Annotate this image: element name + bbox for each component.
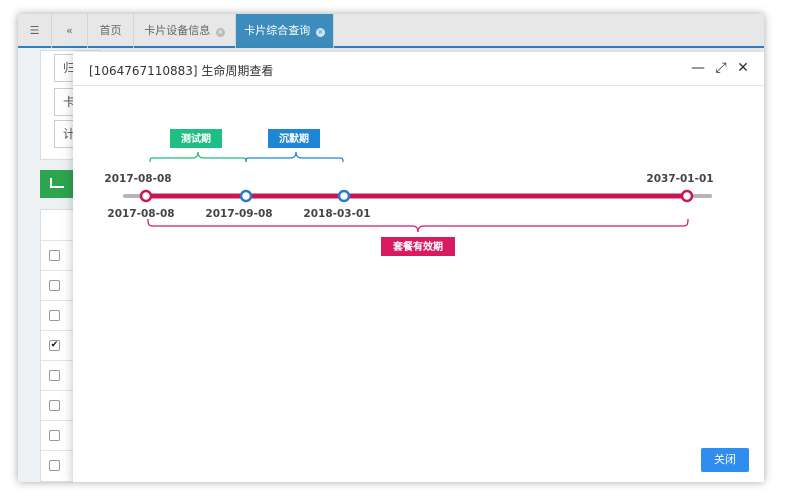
row-checkbox[interactable]: [49, 310, 60, 321]
phase-tag-test: 测试期: [181, 132, 211, 145]
timeline-point-silent-end[interactable]: [337, 189, 351, 203]
phase-brace-silent: [245, 151, 344, 163]
timeline-point-end[interactable]: [680, 189, 694, 203]
row-checkbox[interactable]: [49, 370, 60, 381]
tab-label: 卡片设备信息: [144, 24, 211, 37]
modal-header: [1064767110883] 生命周期查看 — ⤢ ✕: [73, 52, 764, 86]
phase-brace-test: [149, 151, 247, 163]
timeline-point-start[interactable]: [139, 189, 153, 203]
start-date-top: 2017-08-08: [104, 173, 171, 185]
phase-brace-package: [147, 218, 689, 233]
expand-icon: ⤢: [715, 60, 727, 76]
chart-icon: [50, 178, 64, 188]
lifecycle-modal: [1064767110883] 生命周期查看 — ⤢ ✕ 测试期 沉默期 套餐有…: [73, 52, 764, 482]
phase-tag-silent: 沉默期: [279, 132, 309, 145]
end-date-top: 2037-01-01: [646, 173, 713, 185]
modal-title: [1064767110883] 生命周期查看: [89, 64, 274, 78]
minimize-icon: —: [691, 60, 705, 76]
double-chevron-left-icon: «: [66, 24, 73, 37]
tab-bar: ☰ « 首页 卡片设备信息 × 卡片综合查询 ×: [18, 14, 764, 48]
tab-scroll-left-button[interactable]: «: [52, 14, 88, 48]
point-date-label: 2017-08-08: [107, 208, 174, 220]
row-checkbox[interactable]: [49, 460, 60, 471]
row-checkbox[interactable]: [49, 400, 60, 411]
app-screen: ☰ « 首页 卡片设备信息 × 卡片综合查询 × 归 卡 计 ✔ [106476…: [18, 14, 764, 482]
menu-toggle-button[interactable]: ☰: [18, 14, 52, 48]
minimize-button[interactable]: —: [690, 60, 706, 76]
close-modal-button[interactable]: ✕: [735, 60, 751, 76]
tab-close-icon[interactable]: ×: [315, 28, 325, 37]
row-checkbox[interactable]: [49, 430, 60, 441]
close-button[interactable]: 关闭: [701, 448, 749, 472]
tab-card-query[interactable]: 卡片综合查询 ×: [236, 14, 334, 48]
tab-label: 卡片综合查询: [244, 24, 311, 37]
row-checkbox[interactable]: [49, 280, 60, 291]
tab-home[interactable]: 首页: [88, 14, 134, 48]
phase-tag-package: 套餐有效期: [392, 240, 443, 253]
hamburger-icon: ☰: [29, 24, 40, 37]
lifecycle-timeline: 测试期 沉默期 套餐有效期 2017-08-08 2037-01-01 2017…: [104, 129, 714, 256]
close-icon: ✕: [737, 60, 749, 76]
timeline-point-test-end[interactable]: [239, 189, 253, 203]
row-checkbox[interactable]: [49, 250, 60, 261]
point-date-label: 2017-09-08: [205, 208, 272, 220]
point-date-label: 2018-03-01: [303, 208, 370, 220]
tab-card-device-info[interactable]: 卡片设备信息 ×: [134, 14, 236, 48]
tab-close-icon[interactable]: ×: [215, 28, 225, 37]
tab-label: 首页: [99, 24, 122, 37]
row-checkbox-checked[interactable]: ✔: [49, 340, 60, 351]
maximize-button[interactable]: ⤢: [713, 60, 729, 76]
